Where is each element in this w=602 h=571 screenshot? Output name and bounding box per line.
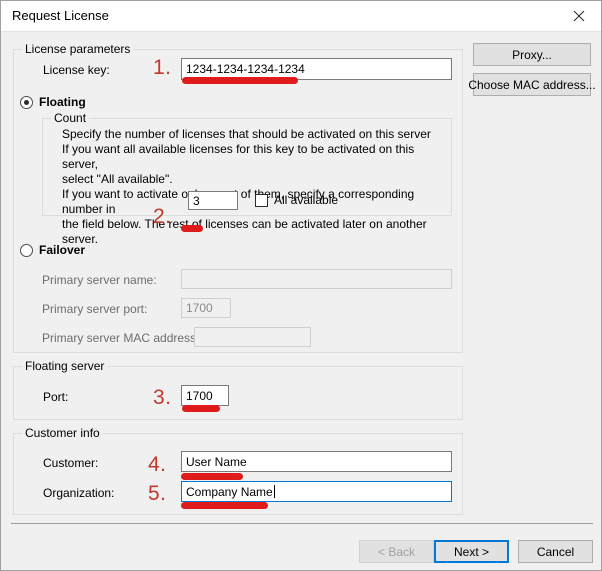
annotation-number-4: 4. bbox=[148, 453, 167, 476]
floating-server-legend: Floating server bbox=[22, 359, 108, 373]
primary-server-name-label: Primary server name: bbox=[42, 273, 157, 287]
annotation-underline-1 bbox=[182, 77, 298, 84]
floating-radio-label: Floating bbox=[39, 95, 86, 109]
cancel-button[interactable]: Cancel bbox=[518, 540, 593, 563]
annotation-number-2: 2. bbox=[153, 205, 172, 228]
primary-server-mac-input[interactable] bbox=[194, 327, 311, 347]
proxy-button[interactable]: Proxy... bbox=[473, 43, 591, 66]
annotation-underline-3 bbox=[182, 405, 220, 412]
count-legend: Count bbox=[51, 111, 90, 125]
back-button[interactable]: < Back bbox=[359, 540, 434, 563]
floating-server-group: Floating server Port: 1700 bbox=[13, 359, 463, 420]
count-description: Specify the number of licenses that shou… bbox=[62, 127, 431, 246]
text-caret bbox=[273, 485, 275, 498]
annotation-underline-2 bbox=[181, 225, 203, 232]
organization-input[interactable]: Company Name bbox=[181, 481, 452, 502]
organization-label: Organization: bbox=[43, 486, 115, 500]
request-license-dialog: Request License License parameters Licen… bbox=[0, 0, 602, 571]
customer-info-legend: Customer info bbox=[22, 426, 103, 440]
radio-indicator-floating bbox=[20, 95, 33, 109]
next-button[interactable]: Next > bbox=[434, 540, 509, 563]
primary-server-mac-label: Primary server MAC address: bbox=[42, 331, 200, 345]
license-key-label: License key: bbox=[43, 63, 110, 77]
failover-radio-label: Failover bbox=[39, 243, 86, 257]
annotation-number-1: 1. bbox=[153, 56, 172, 79]
all-available-label: All available bbox=[274, 193, 339, 207]
floating-radio[interactable]: Floating bbox=[20, 95, 86, 109]
count-group: Count Specify the number of licenses tha… bbox=[42, 111, 452, 246]
footer-separator bbox=[11, 523, 593, 524]
customer-label: Customer: bbox=[43, 456, 99, 470]
window-title: Request License bbox=[12, 8, 109, 23]
annotation-underline-5 bbox=[181, 502, 268, 509]
choose-mac-address-button[interactable]: Choose MAC address... bbox=[468, 73, 596, 96]
all-available-checkbox[interactable]: All available bbox=[255, 193, 338, 207]
count-input[interactable]: 3 bbox=[188, 191, 238, 210]
annotation-number-5: 5. bbox=[148, 482, 167, 505]
license-parameters-group: License parameters License key: 1234-123… bbox=[13, 42, 463, 353]
failover-radio[interactable]: Failover bbox=[20, 243, 85, 257]
annotation-number-3: 3. bbox=[153, 386, 172, 409]
floating-port-label: Port: bbox=[43, 390, 69, 404]
close-icon[interactable] bbox=[556, 1, 601, 30]
customer-input[interactable]: User Name bbox=[181, 451, 452, 472]
annotation-underline-4 bbox=[181, 473, 243, 480]
title-bar: Request License bbox=[1, 1, 601, 32]
primary-server-name-input[interactable] bbox=[181, 269, 452, 289]
radio-indicator-failover bbox=[20, 243, 33, 257]
checkbox-indicator-all-available bbox=[255, 193, 268, 207]
primary-server-port-input[interactable]: 1700 bbox=[181, 298, 231, 318]
organization-input-value: Company Name bbox=[186, 484, 273, 499]
floating-port-input[interactable]: 1700 bbox=[181, 385, 229, 406]
primary-server-port-label: Primary server port: bbox=[42, 302, 148, 316]
license-parameters-legend: License parameters bbox=[22, 42, 134, 56]
